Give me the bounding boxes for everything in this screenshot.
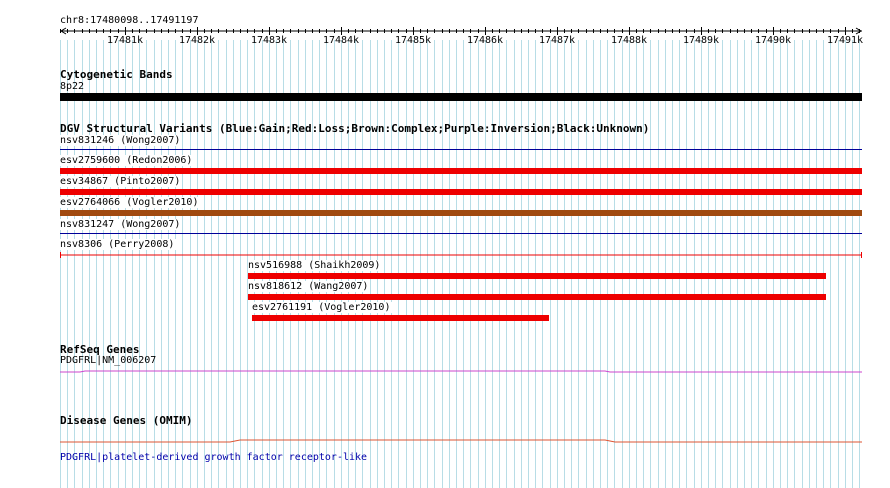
ruler-tick-label: 17488k	[610, 35, 648, 46]
omim-track-title: Disease Genes (OMIM)	[60, 414, 193, 427]
ruler-tick-label: 17484k	[322, 35, 360, 46]
dgv-variant-label[interactable]: esv2759600 (Redon2006)	[60, 155, 195, 166]
dgv-variant-bar[interactable]	[60, 210, 862, 216]
ruler-tick-label: 17481k	[106, 35, 144, 46]
ruler-tick-label: 17482k	[178, 35, 216, 46]
refseq-gene-label[interactable]: PDGFRL|NM_006207	[60, 355, 156, 366]
dgv-variant-bar[interactable]	[60, 233, 862, 234]
dgv-variant-label[interactable]: esv2761191 (Vogler2010)	[252, 302, 393, 313]
dgv-variant-label[interactable]: nsv818612 (Wang2007)	[248, 281, 371, 292]
dgv-variant-bar[interactable]	[60, 168, 862, 174]
cytoband-label: 8p22	[60, 81, 85, 92]
dgv-variant-bar[interactable]	[60, 189, 862, 195]
dgv-variant-bar[interactable]	[248, 294, 826, 300]
ruler-tick-label: 17486k	[466, 35, 504, 46]
ruler-tick-label: 17491k	[826, 35, 864, 46]
dgv-variant-bar[interactable]	[60, 251, 863, 259]
omim-gene-model[interactable]	[60, 436, 863, 446]
dgv-variant-label[interactable]: nsv831247 (Wong2007)	[60, 219, 183, 230]
dgv-track-title: DGV Structural Variants (Blue:Gain;Red:L…	[60, 122, 650, 135]
ruler-tick-label: 17489k	[682, 35, 720, 46]
ruler-tick-label: 17487k	[538, 35, 576, 46]
dgv-variant-bar[interactable]	[60, 149, 862, 150]
dgv-variant-bar[interactable]	[248, 273, 826, 279]
ruler-tick-label: 17483k	[250, 35, 288, 46]
dgv-variant-label[interactable]: nsv8306 (Perry2008)	[60, 239, 177, 250]
omim-gene-link[interactable]: PDGFRL|platelet-derived growth factor re…	[60, 452, 367, 463]
ruler-tick-label: 17490k	[754, 35, 792, 46]
ruler-tick-label: 17485k	[394, 35, 432, 46]
dgv-variant-label[interactable]: nsv831246 (Wong2007)	[60, 135, 183, 146]
dgv-variant-label[interactable]: nsv516988 (Shaikh2009)	[248, 260, 383, 271]
dgv-variant-label[interactable]: esv2764066 (Vogler2010)	[60, 197, 201, 208]
refseq-gene-model[interactable]	[60, 366, 863, 376]
dgv-variant-label[interactable]: esv34867 (Pinto2007)	[60, 176, 183, 187]
cytoband-track-title: Cytogenetic Bands	[60, 68, 173, 81]
dgv-variant-bar[interactable]	[252, 315, 549, 321]
cytoband-bar[interactable]	[60, 93, 862, 101]
